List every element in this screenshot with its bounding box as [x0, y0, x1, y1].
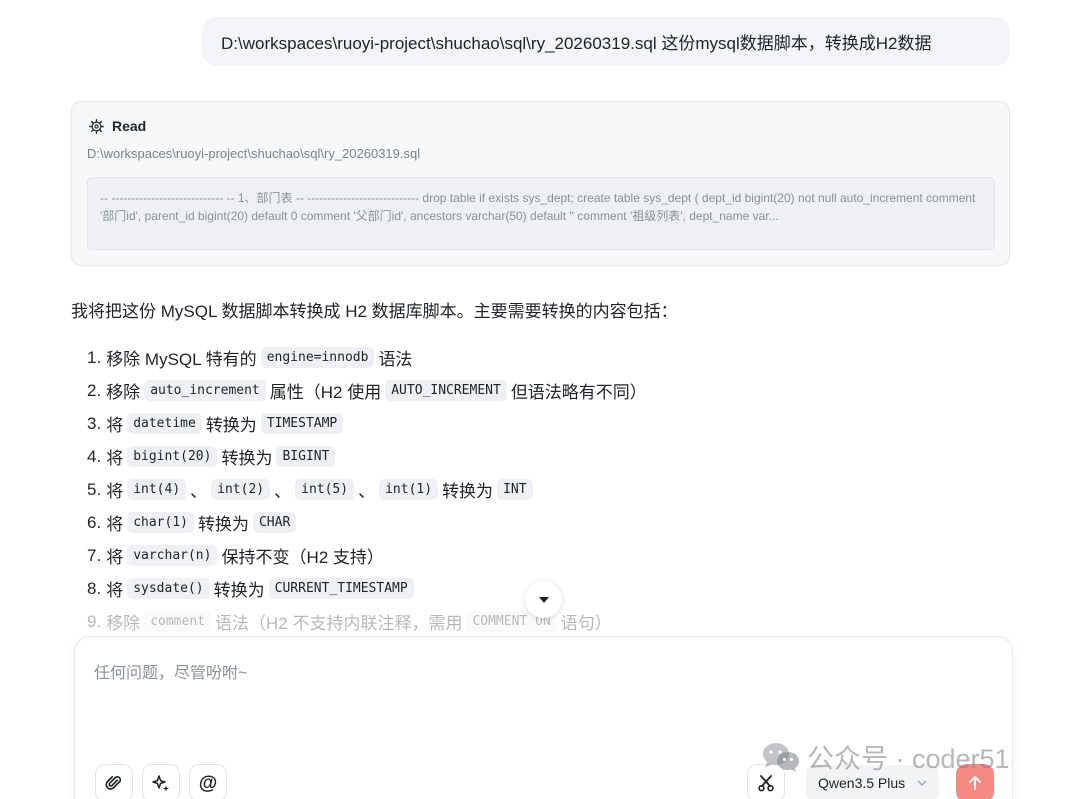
step-text: 转换为	[213, 581, 265, 600]
message-input[interactable]	[94, 665, 974, 683]
step-text: 转换为	[221, 449, 273, 468]
step-item: 1. 移除 MySQL 特有的 engine=innodb 语法	[87, 341, 987, 374]
paperclip-icon	[105, 775, 122, 790]
step-text: 但语法略有不同）	[510, 383, 647, 402]
step-item: 6. 将 char(1) 转换为 CHAR	[87, 506, 987, 539]
inline-code: INT	[497, 479, 533, 500]
watermark: 公众号 · coder51	[761, 737, 1010, 776]
inline-code: int(1)	[379, 479, 439, 500]
step-number: 3.	[87, 413, 102, 433]
step-number: 8.	[87, 578, 102, 598]
step-text: 移除 MySQL 特有的	[106, 350, 257, 369]
step-text: 转换为	[197, 515, 249, 534]
step-number: 6.	[87, 512, 102, 532]
step-text: 属性（H2 使用	[269, 383, 382, 402]
step-text: 语法	[378, 350, 413, 369]
step-text: 语法（H2 不支持内联注释，需用	[214, 614, 463, 633]
step-text: 移除	[106, 614, 141, 633]
step-item: 4. 将 bigint(20) 转换为 BIGINT	[87, 440, 987, 473]
step-text: 将	[106, 581, 124, 600]
step-number: 5.	[87, 479, 102, 499]
tool-call-title: Read	[112, 118, 147, 134]
step-text: 转换为	[205, 416, 257, 435]
step-text: 将	[106, 416, 124, 435]
caret-down-icon	[538, 596, 549, 603]
step-number: 1.	[87, 347, 102, 367]
watermark-text: 公众号 · coder51	[807, 744, 1010, 774]
gear-icon	[89, 118, 104, 134]
mention-button[interactable]: @	[189, 764, 227, 799]
step-item: 2. 移除 auto_increment 属性（H2 使用 AUTO_INCREMENT…	[87, 374, 987, 407]
inline-code: sysdate()	[127, 578, 210, 599]
response-intro: 我将把这份 MySQL 数据脚本转换成 H2 数据库脚本。主要需要转换的内容包括…	[71, 302, 678, 321]
tool-call-path: D:\workspaces\ruoyi-project\shuchao\sql\…	[87, 146, 421, 161]
inline-code: CURRENT_TIMESTAMP	[268, 578, 414, 599]
ai-skills-button[interactable]	[142, 764, 180, 799]
inline-code: TIMESTAMP	[260, 413, 344, 434]
inline-code: auto_increment	[144, 380, 266, 401]
inline-code: varchar(n)	[127, 545, 218, 566]
inline-code: engine=innodb	[260, 347, 375, 368]
model-name: Qwen3.5 Plus	[818, 775, 906, 791]
inline-code: BIGINT	[276, 446, 336, 467]
chevron-down-icon	[917, 780, 927, 786]
inline-code: AUTO_INCREMENT	[385, 380, 507, 401]
step-text: 将	[106, 548, 124, 567]
inline-code: CHAR	[252, 512, 297, 533]
scroll-to-bottom-button[interactable]	[525, 581, 562, 618]
at-sign-icon: @	[198, 772, 218, 794]
inline-code: comment	[144, 611, 211, 632]
step-text: 移除	[106, 383, 141, 402]
step-number: 2.	[87, 380, 102, 400]
step-text: 转换为	[442, 482, 494, 501]
step-number: 4.	[87, 446, 102, 466]
step-text: 、	[358, 482, 376, 501]
step-item: 7. 将 varchar(n) 保持不变（H2 支持）	[87, 539, 987, 572]
wechat-icon	[763, 742, 799, 772]
tool-call-header: Read	[89, 118, 146, 134]
step-text: 将	[106, 449, 124, 468]
step-text: 保持不变（H2 支持）	[221, 548, 384, 567]
inline-code: int(2)	[211, 479, 271, 500]
user-message-text: D:\workspaces\ruoyi-project\shuchao\sql\…	[221, 34, 932, 53]
attach-button[interactable]	[95, 764, 133, 799]
step-number: 7.	[87, 545, 102, 565]
tool-call-preview: -- ---------------------------- -- 1、部门表…	[87, 177, 995, 250]
inline-code: int(5)	[295, 479, 355, 500]
step-text: 、	[274, 482, 292, 501]
step-text: 将	[106, 515, 124, 534]
step-item: 3. 将 datetime 转换为 TIMESTAMP	[87, 407, 987, 440]
inline-code: bigint(20)	[127, 446, 218, 467]
tool-call-card[interactable]: Read D:\workspaces\ruoyi-project\shuchao…	[71, 101, 1010, 266]
user-message-bubble: D:\workspaces\ruoyi-project\shuchao\sql\…	[202, 17, 1010, 66]
step-text: 将	[106, 482, 124, 501]
step-number: 9.	[87, 611, 102, 631]
sparkle-icon	[152, 775, 169, 792]
step-text: 、	[190, 482, 208, 501]
scissors-icon	[758, 775, 774, 792]
step-text: 语句）	[560, 614, 612, 633]
inline-code: char(1)	[127, 512, 194, 533]
inline-code: int(4)	[127, 479, 187, 500]
inline-code: datetime	[127, 413, 202, 434]
step-item: 5. 将 int(4)、 int(2)、 int(5)、 int(1) 转换为 INT	[87, 473, 987, 506]
arrow-up-icon	[969, 776, 981, 790]
